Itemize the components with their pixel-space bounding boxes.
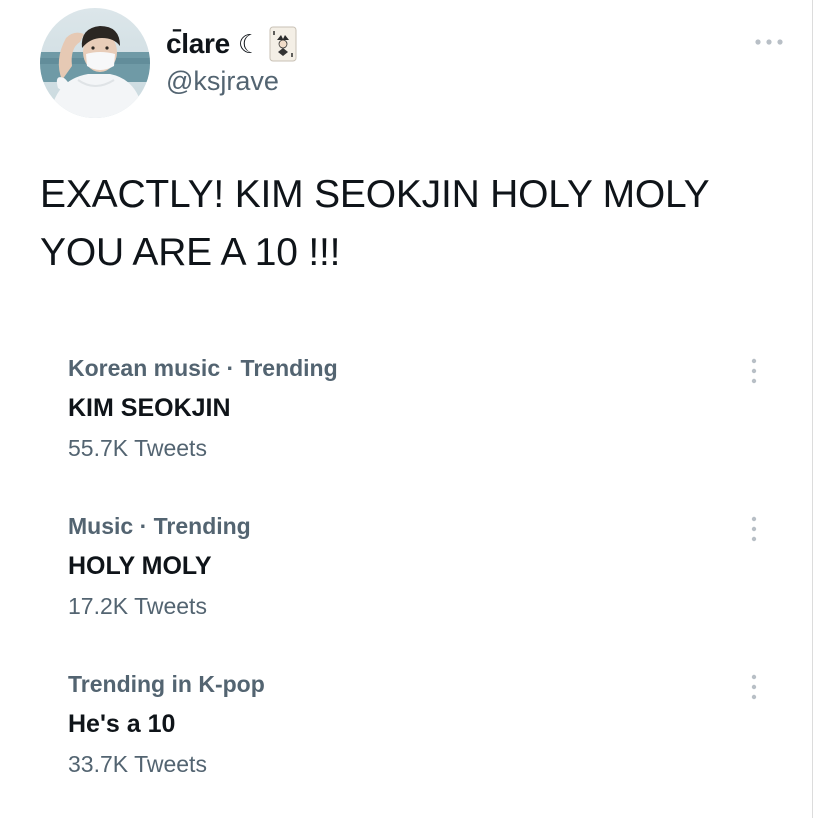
tweet-text: EXACTLY! KIM SEOKJIN HOLY MOLY YOU ARE A… — [40, 173, 709, 274]
trend-item-kim-seokjin[interactable]: Korean music · Trending KIM SEOKJIN 55.7… — [68, 355, 788, 485]
trend-title: HOLY MOLY — [68, 552, 212, 580]
avatar-photo-icon — [40, 8, 150, 118]
vertical-more-icon[interactable] — [746, 671, 762, 703]
tweet-card: c̄lare ☾ @ksjrave EXACTLY! KIM SEOKJIN H… — [0, 0, 812, 818]
joker-card-icon — [269, 26, 297, 62]
user-handle[interactable]: @ksjrave — [166, 66, 279, 97]
trend-tweet-count: 33.7K Tweets — [68, 751, 207, 777]
display-name[interactable]: c̄lare — [166, 28, 230, 60]
vertical-more-icon[interactable] — [746, 355, 762, 387]
trend-meta: Korean music · Trending — [68, 355, 338, 381]
trend-item-hes-a-10[interactable]: Trending in K-pop He's a 10 33.7K Tweets — [68, 671, 788, 801]
trend-tweet-count: 17.2K Tweets — [68, 593, 207, 619]
page-edge — [812, 0, 828, 818]
moon-icon: ☾ — [237, 28, 262, 59]
trend-item-holy-moly[interactable]: Music · Trending HOLY MOLY 17.2K Tweets — [68, 513, 788, 643]
trend-title: KIM SEOKJIN — [68, 394, 231, 422]
trend-title: He's a 10 — [68, 710, 176, 738]
trend-tweet-count: 55.7K Tweets — [68, 435, 207, 461]
vertical-more-icon[interactable] — [746, 513, 762, 545]
more-options-icon[interactable] — [752, 32, 786, 52]
trend-meta: Music · Trending — [68, 513, 251, 539]
trend-meta: Trending in K-pop — [68, 671, 265, 697]
display-name-row: c̄lare ☾ — [166, 24, 297, 64]
avatar[interactable] — [40, 8, 150, 118]
